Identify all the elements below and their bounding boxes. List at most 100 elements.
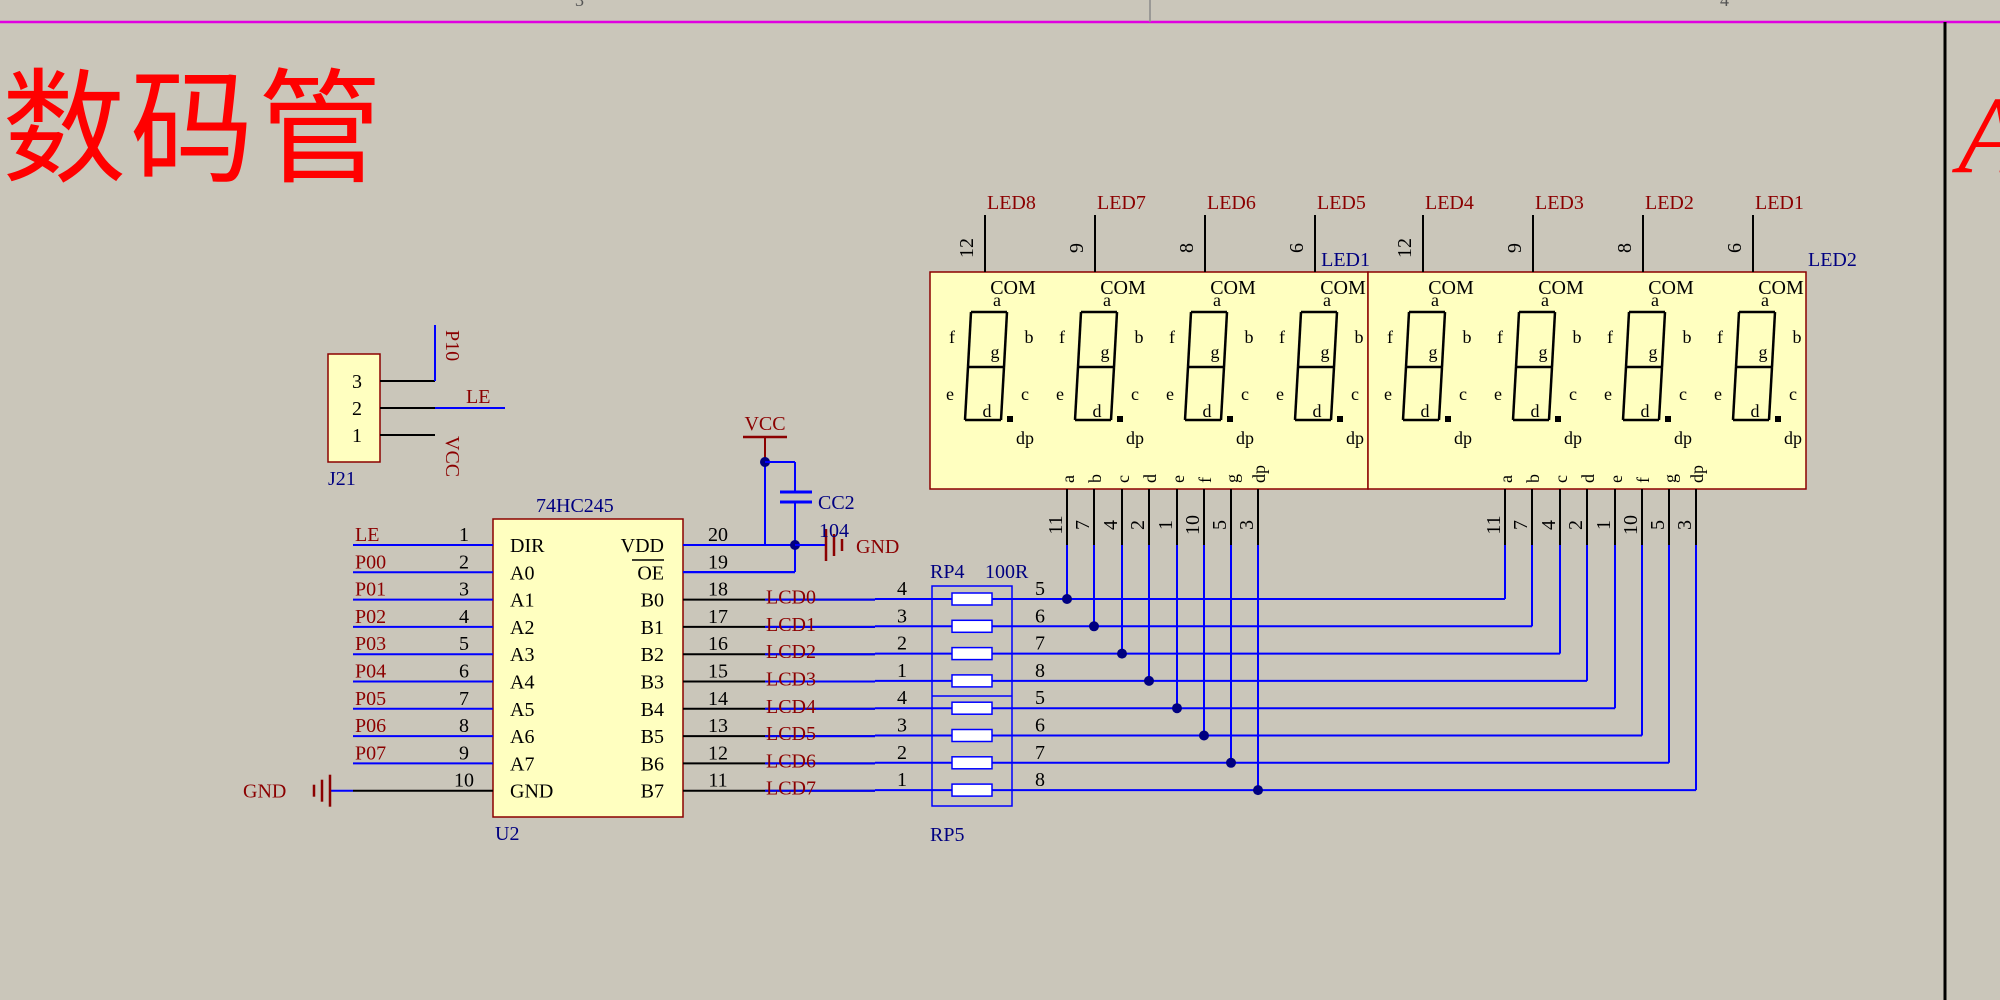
digit-segment-label-b: b xyxy=(1135,327,1144,347)
digit-segment-label-d: d xyxy=(983,401,992,421)
resistor-element xyxy=(951,701,993,715)
digit-segment-label-d: d xyxy=(1641,401,1650,421)
digit-segment-label-f: f xyxy=(949,327,955,347)
digit-segment-label-dp: dp xyxy=(1564,428,1582,448)
ic-pin-name: B3 xyxy=(641,672,664,694)
digit-segment-label-d: d xyxy=(1421,401,1430,421)
resistor-pin-number: 3 xyxy=(897,605,907,627)
capacitor-value: 104 xyxy=(819,520,849,542)
digit-segment-label-c: c xyxy=(1679,384,1687,404)
digit-segment-label-b: b xyxy=(1245,327,1254,347)
net-label-led5: LED5 xyxy=(1317,192,1366,214)
resistor-pin-number: 1 xyxy=(897,769,907,791)
net-label-p04: P04 xyxy=(355,661,386,683)
ic-pin-number: 18 xyxy=(708,579,728,601)
ic-pin-name: VDD xyxy=(621,535,664,557)
digit-segment-dp xyxy=(1007,416,1013,422)
net-label-led7: LED7 xyxy=(1097,192,1146,214)
display-segment-pin-name: b xyxy=(1085,474,1105,483)
rp4-designator: RP4 xyxy=(930,561,964,583)
net-label-p06: P06 xyxy=(355,715,386,737)
resistor-pin-number: 4 xyxy=(897,687,907,709)
digit-segment-label-a: a xyxy=(1541,290,1549,310)
ic-pin-name: B4 xyxy=(641,699,664,721)
digit-segment-label-g: g xyxy=(1429,342,1438,362)
ic-pin-name: A6 xyxy=(510,726,534,748)
digit-segment-label-b: b xyxy=(1355,327,1364,347)
net-label-lcd3: LCD3 xyxy=(766,669,816,691)
resistor-pin-number: 7 xyxy=(1035,633,1045,655)
ic-pin-name: A0 xyxy=(510,562,534,584)
rp4-value: 100R xyxy=(985,561,1029,583)
ic-pin-number: 11 xyxy=(708,770,727,792)
digit-segment-label-g: g xyxy=(991,342,1000,362)
ic-designator: U2 xyxy=(495,823,519,845)
display-segment-pin-name: f xyxy=(1633,477,1653,483)
ic-pin-name: B5 xyxy=(641,726,664,748)
ic-pin-name: A2 xyxy=(510,617,534,639)
display-segment-pin-number: 7 xyxy=(1510,520,1532,530)
display-segment-pin-number: 2 xyxy=(1127,520,1149,530)
ic-pin-number: 9 xyxy=(459,742,469,764)
display-segment-pin-name: d xyxy=(1578,474,1598,483)
resistor-pin-number: 8 xyxy=(1035,660,1045,682)
display-segment-pin-number: 3 xyxy=(1674,520,1696,530)
resistor-pin-number: 1 xyxy=(897,660,907,682)
ic-pin-name: DIR xyxy=(510,535,545,557)
ic-pin-number: 15 xyxy=(708,661,728,683)
digit-segment-label-f: f xyxy=(1717,327,1723,347)
connector-pin-number: 3 xyxy=(352,371,362,393)
ic-pin-name: A3 xyxy=(510,644,534,666)
ic-pin-number: 19 xyxy=(708,551,728,573)
display-segment-pin-name: f xyxy=(1195,477,1215,483)
digit-segment-label-f: f xyxy=(1607,327,1613,347)
junction-segment xyxy=(1199,730,1209,741)
digit-segment-label-dp: dp xyxy=(1674,428,1692,448)
display-segment-pin-number: 5 xyxy=(1209,520,1231,530)
digit-segment-label-e: e xyxy=(946,384,954,404)
net-label-le: LE xyxy=(355,524,379,546)
display-segment-pin-number: 2 xyxy=(1565,520,1587,530)
ic-pin-name: GND xyxy=(510,781,553,803)
resistor-element xyxy=(951,674,993,688)
display-segment-pin-name: a xyxy=(1058,475,1078,483)
resistor-pin-number: 3 xyxy=(897,715,907,737)
net-label-gnd: GND xyxy=(243,781,286,803)
digit-segment-label-a: a xyxy=(1761,290,1769,310)
display-segment-pin-name: b xyxy=(1523,474,1543,483)
resistor-pin-number: 6 xyxy=(1035,605,1045,627)
digit-segment-label-b: b xyxy=(1463,327,1472,347)
display-segment-pin-number: 5 xyxy=(1647,520,1669,530)
digit-segment-label-d: d xyxy=(1751,401,1760,421)
digit-segment-dp xyxy=(1445,416,1451,422)
net-label-led4: LED4 xyxy=(1425,192,1474,214)
resistor-element xyxy=(951,783,993,797)
ic-pin-name: OE xyxy=(637,562,664,584)
display-com-pin-number: 9 xyxy=(1066,243,1088,253)
net-label-lcd2: LCD2 xyxy=(766,641,816,663)
display-segment-pin-number: 10 xyxy=(1182,515,1204,535)
digit-segment-label-f: f xyxy=(1059,327,1065,347)
display-com-pin-number: 6 xyxy=(1286,243,1308,253)
digit-segment-label-d: d xyxy=(1313,401,1322,421)
digit-segment-label-g: g xyxy=(1759,342,1768,362)
resistor-element xyxy=(951,646,993,661)
ic-pin-number: 4 xyxy=(459,606,469,628)
digit-segment-label-dp: dp xyxy=(1454,428,1472,448)
display-com-pin-number: 12 xyxy=(956,238,978,258)
display-segment-pin-name: d xyxy=(1140,474,1160,483)
net-label-lcd5: LCD5 xyxy=(766,723,816,745)
schematic-drawing: 3 4321P10LEVCCJ2174HC245U2LE 1 DIRP00 2 A0P01… xyxy=(0,0,2000,1000)
digit-segment-label-a: a xyxy=(1213,290,1221,310)
display-segment-pin-name: dp xyxy=(1687,465,1707,483)
ic-pin-number: 8 xyxy=(459,715,469,737)
net-label-p05: P05 xyxy=(355,688,386,710)
digit-segment-label-e: e xyxy=(1166,384,1174,404)
connector-pin-number: 2 xyxy=(352,398,362,420)
ic-pin-number: 20 xyxy=(708,524,728,546)
net-label-p02: P02 xyxy=(355,606,386,628)
net-label-p07: P07 xyxy=(355,742,386,764)
display-segment-pin-number: 4 xyxy=(1538,520,1560,530)
net-label-lcd7: LCD7 xyxy=(766,778,816,800)
digit-segment-dp xyxy=(1665,416,1671,422)
